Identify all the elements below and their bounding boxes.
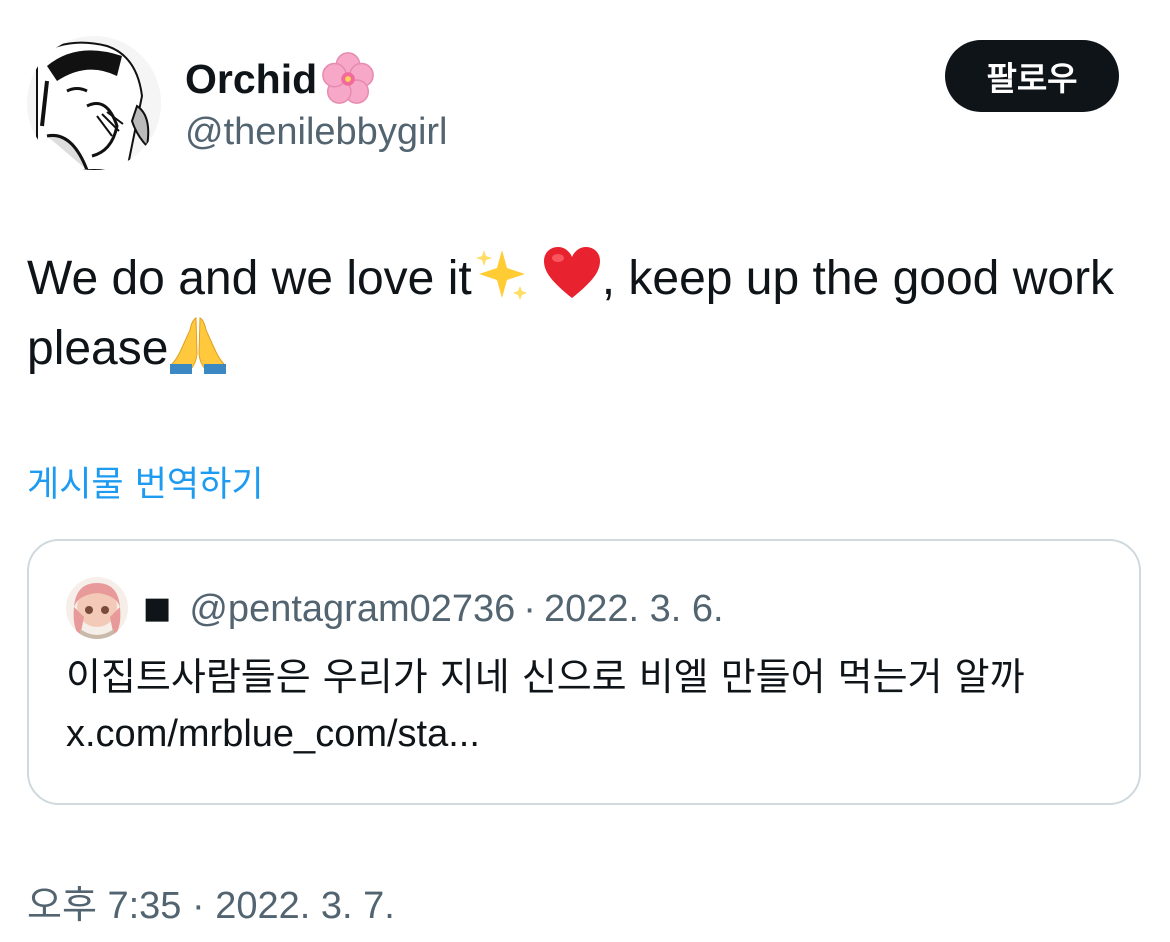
manga-avatar-icon [27,36,161,170]
quoted-author-avatar[interactable] [66,577,128,639]
follow-button[interactable]: 팔로우 [945,40,1119,112]
author-avatar[interactable] [27,36,161,170]
quoted-author-handle[interactable]: @pentagram02736 [189,585,515,633]
author-handle[interactable]: @thenilebbygirl [185,108,448,156]
quoted-tweet-date[interactable]: 2022. 3. 6. [544,585,724,633]
quoted-tweet-link[interactable]: x.com/mrblue_com/sta... [66,713,480,755]
anime-avatar-icon [66,577,128,639]
quoted-author-name[interactable]: ■ [143,585,171,633]
quoted-tweet-body: 이집트사람들은 우리가 지네 신으로 비엘 만들어 먹는거 알까 [66,655,1025,699]
red-heart-icon [542,244,602,304]
tweet-timestamp[interactable]: 오후 7:35 · 2022. 3. 7. [27,880,395,931]
quoted-tweet-card[interactable]: ■ @pentagram02736 · 2022. 3. 6. 이집트사람들은 … [27,539,1141,805]
cherry-blossom-icon [319,50,377,108]
quoted-tweet-header: ■ @pentagram02736 · 2022. 3. 6. [143,585,724,633]
author-name-text: Orchid [185,56,318,102]
tweet-text: We do and we love it , keep up the good … [27,244,1137,384]
tweet-text-part1: We do and we love it [27,252,472,305]
timestamp-separator: · [192,885,205,927]
timestamp-date: 2022. 3. 7. [215,885,395,927]
folded-hands-icon [168,314,228,374]
translate-post-link[interactable]: 게시물 번역하기 [27,462,264,508]
author-display-name[interactable]: Orchid [185,50,377,108]
quoted-tweet-text: 이집트사람들은 우리가 지네 신으로 비엘 만들어 먹는거 알까 x.com/m… [66,649,1106,762]
sparkles-icon [472,244,532,304]
separator-dot: · [523,588,536,630]
timestamp-time: 7:35 [107,885,182,927]
timestamp-period: 오후 [27,883,97,927]
